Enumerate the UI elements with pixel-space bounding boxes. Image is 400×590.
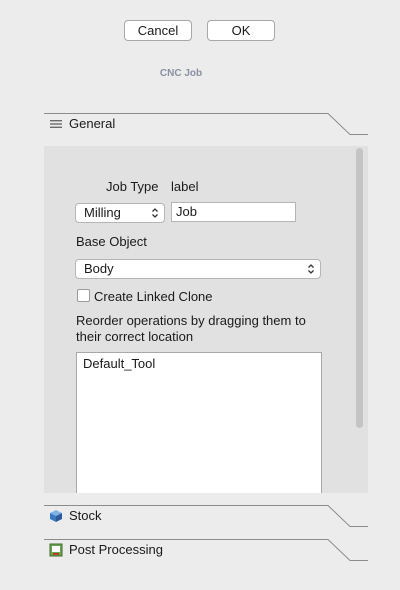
job-label-input[interactable]: Job bbox=[171, 202, 296, 222]
section-header-stock[interactable]: Stock bbox=[44, 505, 368, 527]
linked-clone-checkbox[interactable] bbox=[77, 289, 90, 302]
general-panel: Job Type label Milling Job Base Object B… bbox=[44, 146, 368, 493]
ok-button[interactable]: OK bbox=[207, 20, 275, 41]
base-object-select[interactable]: Body bbox=[75, 259, 321, 279]
section-label-general: General bbox=[69, 116, 116, 131]
cancel-button[interactable]: Cancel bbox=[124, 20, 192, 41]
list-item[interactable]: Default_Tool bbox=[83, 356, 155, 371]
section-header-post-processing[interactable]: Post Processing bbox=[44, 539, 368, 561]
task-title: CNC Job bbox=[159, 68, 203, 79]
operations-list[interactable]: Default_Tool bbox=[76, 352, 322, 493]
section-label-stock: Stock bbox=[69, 508, 102, 523]
section-label-post-processing: Post Processing bbox=[69, 542, 163, 557]
list-lines-icon bbox=[50, 120, 62, 128]
job-label-caption: label bbox=[171, 179, 199, 194]
linked-clone-label[interactable]: Create Linked Clone bbox=[94, 289, 213, 304]
post-processor-icon bbox=[49, 543, 63, 557]
blue-cube-icon bbox=[50, 510, 62, 522]
panel-scrollbar[interactable] bbox=[356, 148, 363, 428]
updown-chevron-icon bbox=[308, 264, 314, 274]
base-object-label: Base Object bbox=[76, 234, 147, 249]
job-type-select[interactable]: Milling bbox=[75, 203, 165, 223]
job-type-label: Job Type bbox=[106, 179, 159, 194]
reorder-instructions: Reorder operations by dragging them to t… bbox=[76, 313, 306, 344]
base-object-selected-value: Body bbox=[84, 261, 114, 276]
job-type-selected-value: Milling bbox=[84, 205, 121, 220]
section-header-general[interactable]: General bbox=[44, 113, 368, 135]
updown-chevron-icon bbox=[152, 208, 158, 218]
